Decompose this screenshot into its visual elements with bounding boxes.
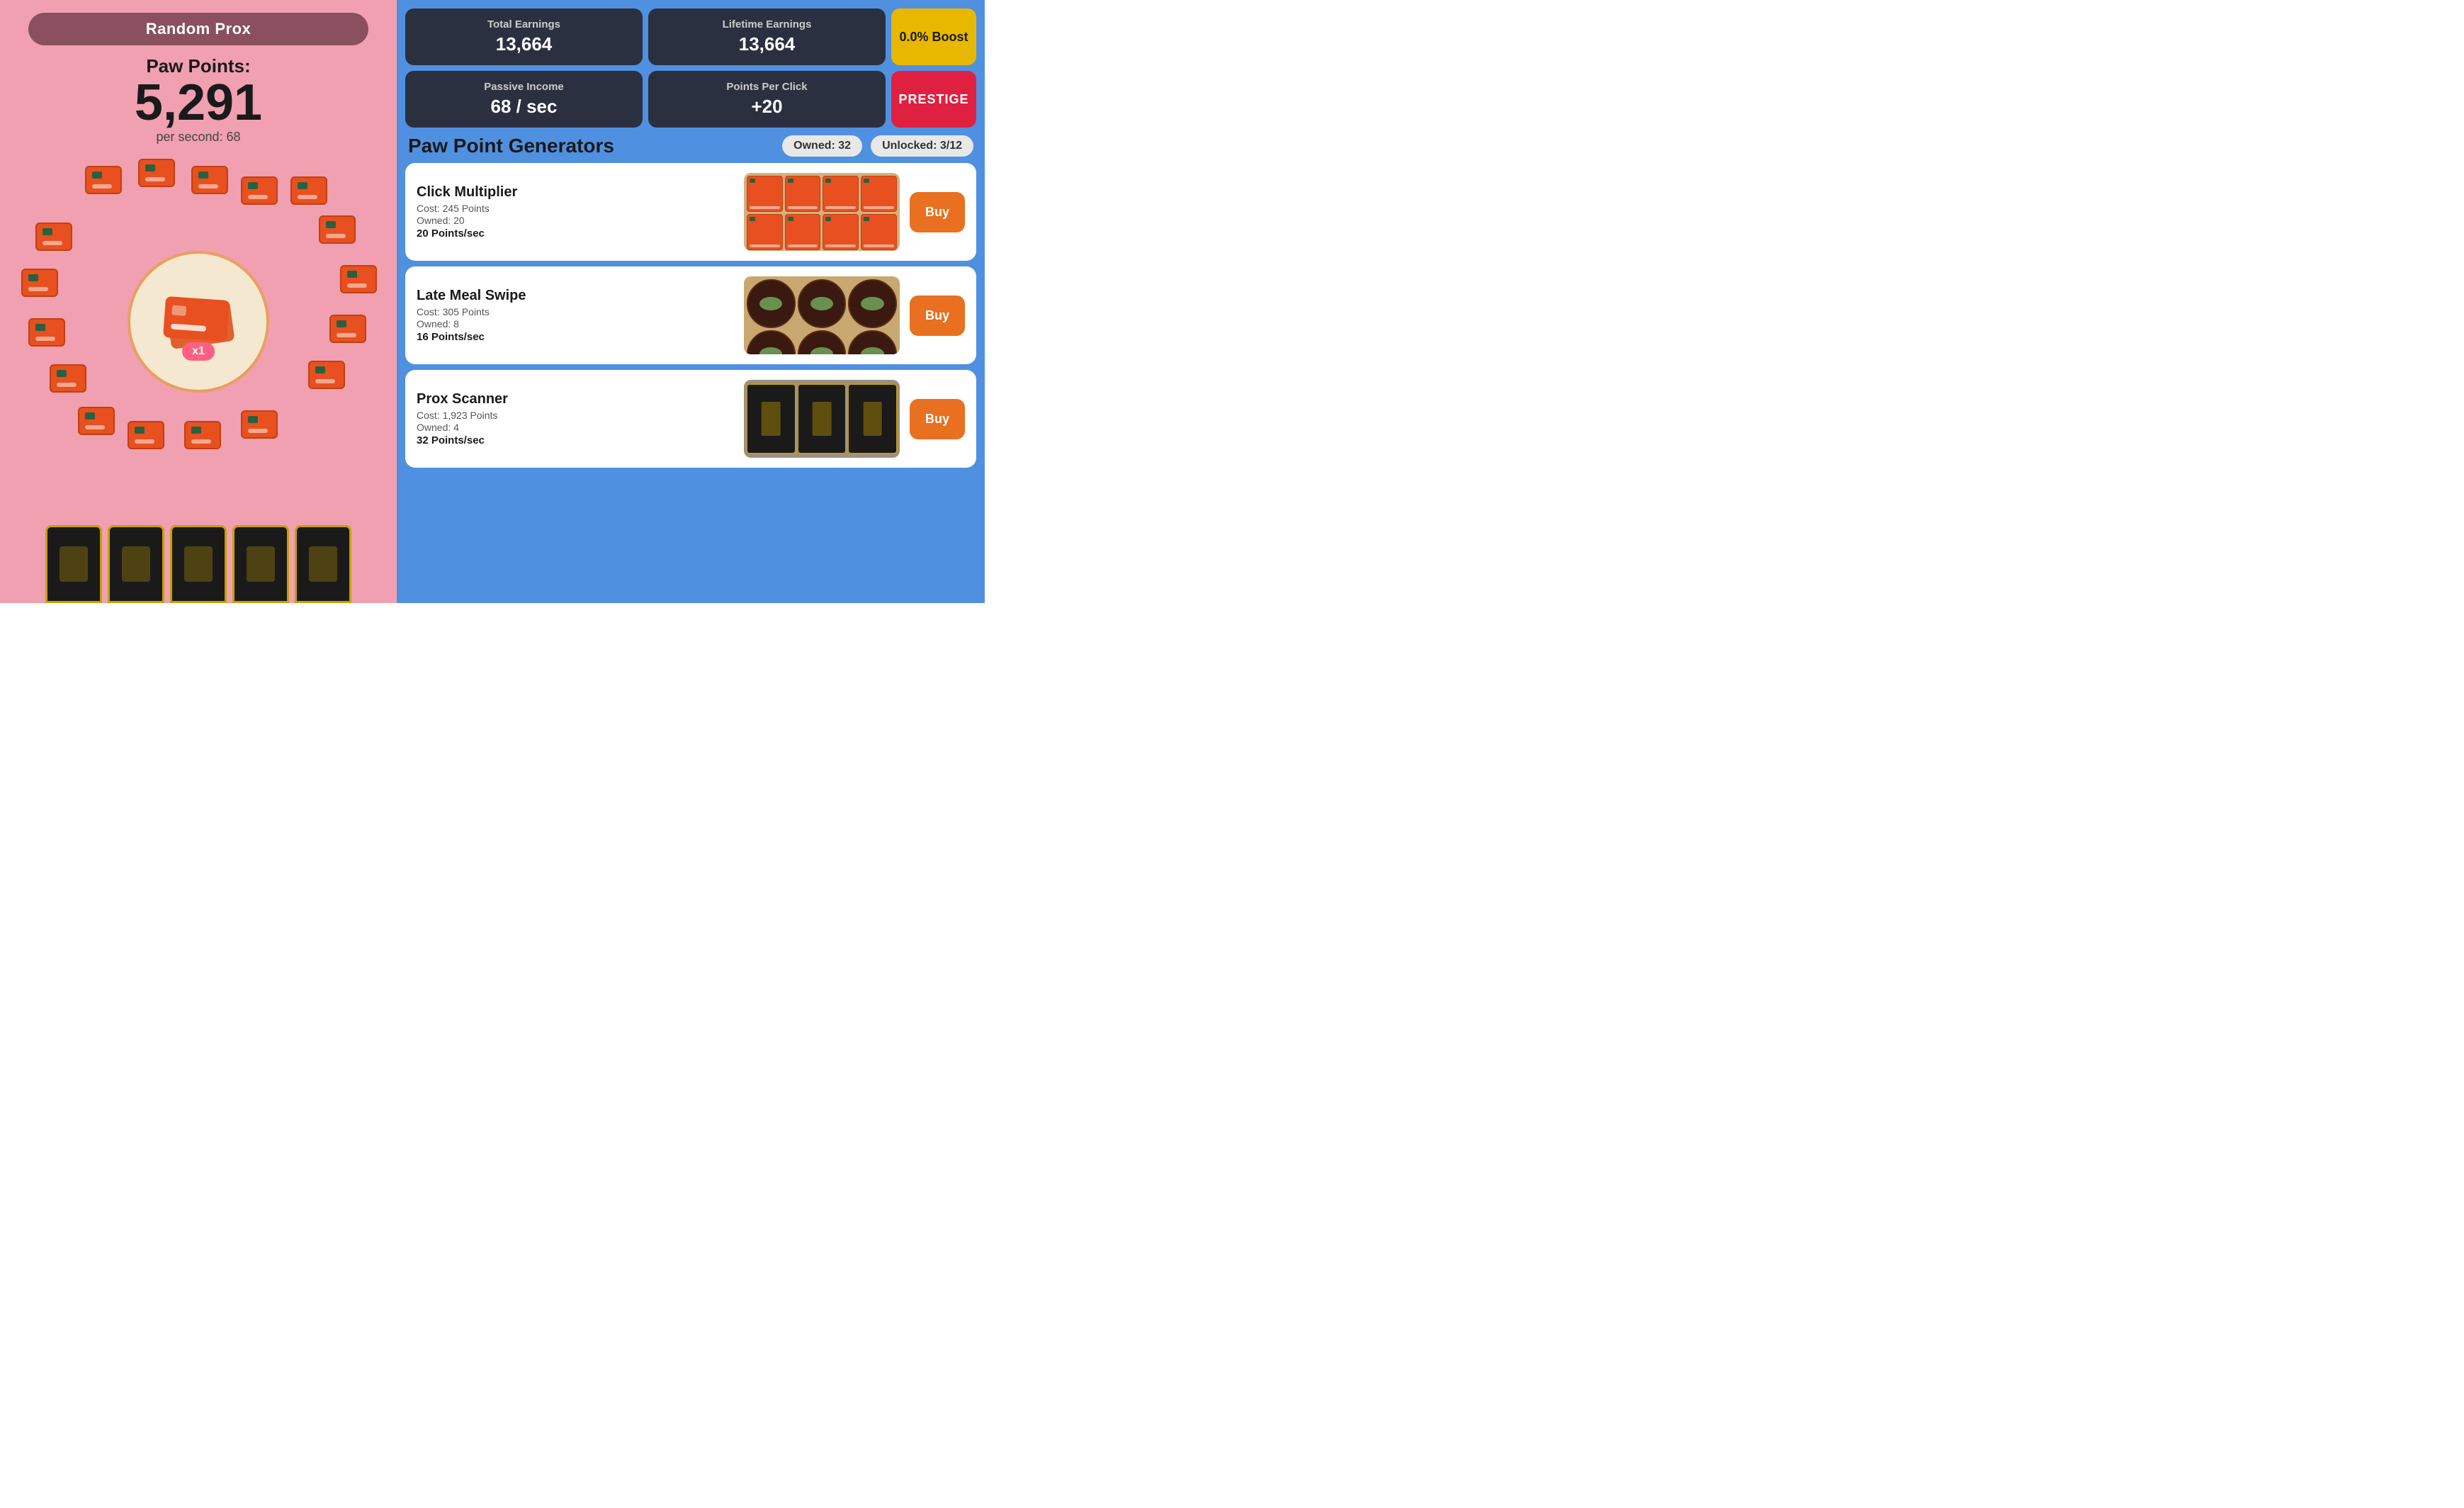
boost-box: 0.0% Boost xyxy=(891,9,976,65)
card-reader xyxy=(232,525,289,603)
generator-name: Late Meal Swipe xyxy=(417,288,734,304)
prestige-button[interactable]: PRESTIGE xyxy=(891,71,976,128)
mini-card xyxy=(308,361,345,389)
points-per-click-label: Points Per Click xyxy=(662,81,871,93)
generator-rate: 32 Points/sec xyxy=(417,434,734,446)
mini-card xyxy=(78,407,115,435)
total-earnings-label: Total Earnings xyxy=(419,18,628,30)
gen-img-scanner xyxy=(747,384,796,454)
generator-cost: Cost: 1,923 Points xyxy=(417,410,734,421)
gen-img-scanner xyxy=(798,384,847,454)
mini-card xyxy=(85,166,122,194)
click-button[interactable] xyxy=(128,251,269,393)
generator-card-prox-scanner: Prox Scanner Cost: 1,923 Points Owned: 4… xyxy=(405,370,976,468)
points-per-click-box: Points Per Click +20 xyxy=(648,71,886,128)
random-prox-bar: Random Prox xyxy=(28,13,368,45)
generator-owned: Owned: 4 xyxy=(417,422,734,433)
card-reader xyxy=(295,525,351,603)
buy-button-prox-scanner[interactable]: Buy xyxy=(910,399,965,439)
lifetime-earnings-box: Lifetime Earnings 13,664 xyxy=(648,9,886,65)
gen-img-bowl xyxy=(798,279,847,328)
card-front xyxy=(163,296,230,342)
mini-card xyxy=(329,315,366,343)
mini-card xyxy=(28,318,65,347)
passive-income-value: 68 / sec xyxy=(419,96,628,118)
generator-cost: Cost: 305 Points xyxy=(417,306,734,317)
generator-name: Prox Scanner xyxy=(417,391,734,407)
generator-image-cards xyxy=(744,173,900,251)
gen-img-card xyxy=(747,214,783,250)
generator-card-late-meal-swipe: Late Meal Swipe Cost: 305 Points Owned: … xyxy=(405,266,976,364)
buy-button-click-multiplier[interactable]: Buy xyxy=(910,192,965,232)
gen-img-card xyxy=(785,176,821,212)
buy-button-late-meal-swipe[interactable]: Buy xyxy=(910,296,965,336)
generator-image-bowls xyxy=(744,276,900,354)
mini-card xyxy=(50,364,86,393)
paw-points-section: Paw Points: 5,291 per second: 68 xyxy=(135,55,262,145)
generator-cost: Cost: 245 Points xyxy=(417,203,734,214)
left-panel: Random Prox Paw Points: 5,291 per second… xyxy=(0,0,397,603)
gen-img-card xyxy=(861,214,897,250)
mini-card xyxy=(241,410,278,439)
card-reader xyxy=(108,525,164,603)
mini-card xyxy=(191,166,228,194)
card-reader xyxy=(45,525,102,603)
mini-card xyxy=(138,159,175,187)
mini-card xyxy=(340,265,377,293)
generator-image-scanners xyxy=(744,380,900,458)
paw-points-value: 5,291 xyxy=(135,77,262,128)
mini-card xyxy=(128,421,164,449)
generator-rate: 20 Points/sec xyxy=(417,227,734,240)
passive-income-box: Passive Income 68 / sec xyxy=(405,71,643,128)
total-earnings-value: 13,664 xyxy=(419,33,628,55)
gen-img-bowl xyxy=(798,330,847,354)
gen-img-scanner xyxy=(848,384,897,454)
generators-section: Paw Point Generators Owned: 32 Unlocked:… xyxy=(405,135,976,595)
mini-card xyxy=(21,269,58,297)
generator-card-click-multiplier: Click Multiplier Cost: 245 Points Owned:… xyxy=(405,163,976,261)
gen-img-bowl xyxy=(747,279,796,328)
card-readers xyxy=(0,525,397,603)
points-per-click-value: +20 xyxy=(662,96,871,118)
gen-img-card xyxy=(861,176,897,212)
total-earnings-box: Total Earnings 13,664 xyxy=(405,9,643,65)
generator-info: Late Meal Swipe Cost: 305 Points Owned: … xyxy=(417,288,734,343)
random-prox-label: Random Prox xyxy=(146,20,252,38)
mini-card xyxy=(319,215,356,244)
credit-card-icon xyxy=(163,297,234,347)
passive-income-label: Passive Income xyxy=(419,81,628,93)
generators-title: Paw Point Generators xyxy=(408,135,774,157)
stats-grid: Total Earnings 13,664 Lifetime Earnings … xyxy=(405,9,976,128)
generator-rate: 16 Points/sec xyxy=(417,331,734,343)
generator-info: Prox Scanner Cost: 1,923 Points Owned: 4… xyxy=(417,391,734,446)
stats-left: Total Earnings 13,664 Lifetime Earnings … xyxy=(405,9,886,128)
generator-name: Click Multiplier xyxy=(417,184,734,201)
mini-card xyxy=(241,176,278,205)
lifetime-earnings-label: Lifetime Earnings xyxy=(662,18,871,30)
generator-owned: Owned: 8 xyxy=(417,318,734,330)
owned-badge: Owned: 32 xyxy=(782,135,862,157)
gen-img-card xyxy=(785,214,821,250)
gen-img-bowl xyxy=(747,330,796,354)
generator-owned: Owned: 20 xyxy=(417,215,734,226)
game-area: x1 xyxy=(14,152,383,492)
per-second-label: per second: 68 xyxy=(135,130,262,145)
mini-card xyxy=(35,223,72,251)
gen-img-card xyxy=(747,176,783,212)
generators-header: Paw Point Generators Owned: 32 Unlocked:… xyxy=(405,135,976,157)
gen-img-card xyxy=(823,214,859,250)
unlocked-badge: Unlocked: 3/12 xyxy=(871,135,973,157)
card-reader xyxy=(170,525,227,603)
lifetime-earnings-value: 13,664 xyxy=(662,33,871,55)
right-panel: Total Earnings 13,664 Lifetime Earnings … xyxy=(397,0,985,603)
mini-card xyxy=(290,176,327,205)
prestige-column: 0.0% Boost PRESTIGE xyxy=(891,9,976,128)
multiplier-badge: x1 xyxy=(182,342,215,361)
gen-img-bowl xyxy=(848,279,897,328)
gen-img-card xyxy=(823,176,859,212)
gen-img-bowl xyxy=(848,330,897,354)
mini-card xyxy=(184,421,221,449)
generator-info: Click Multiplier Cost: 245 Points Owned:… xyxy=(417,184,734,240)
